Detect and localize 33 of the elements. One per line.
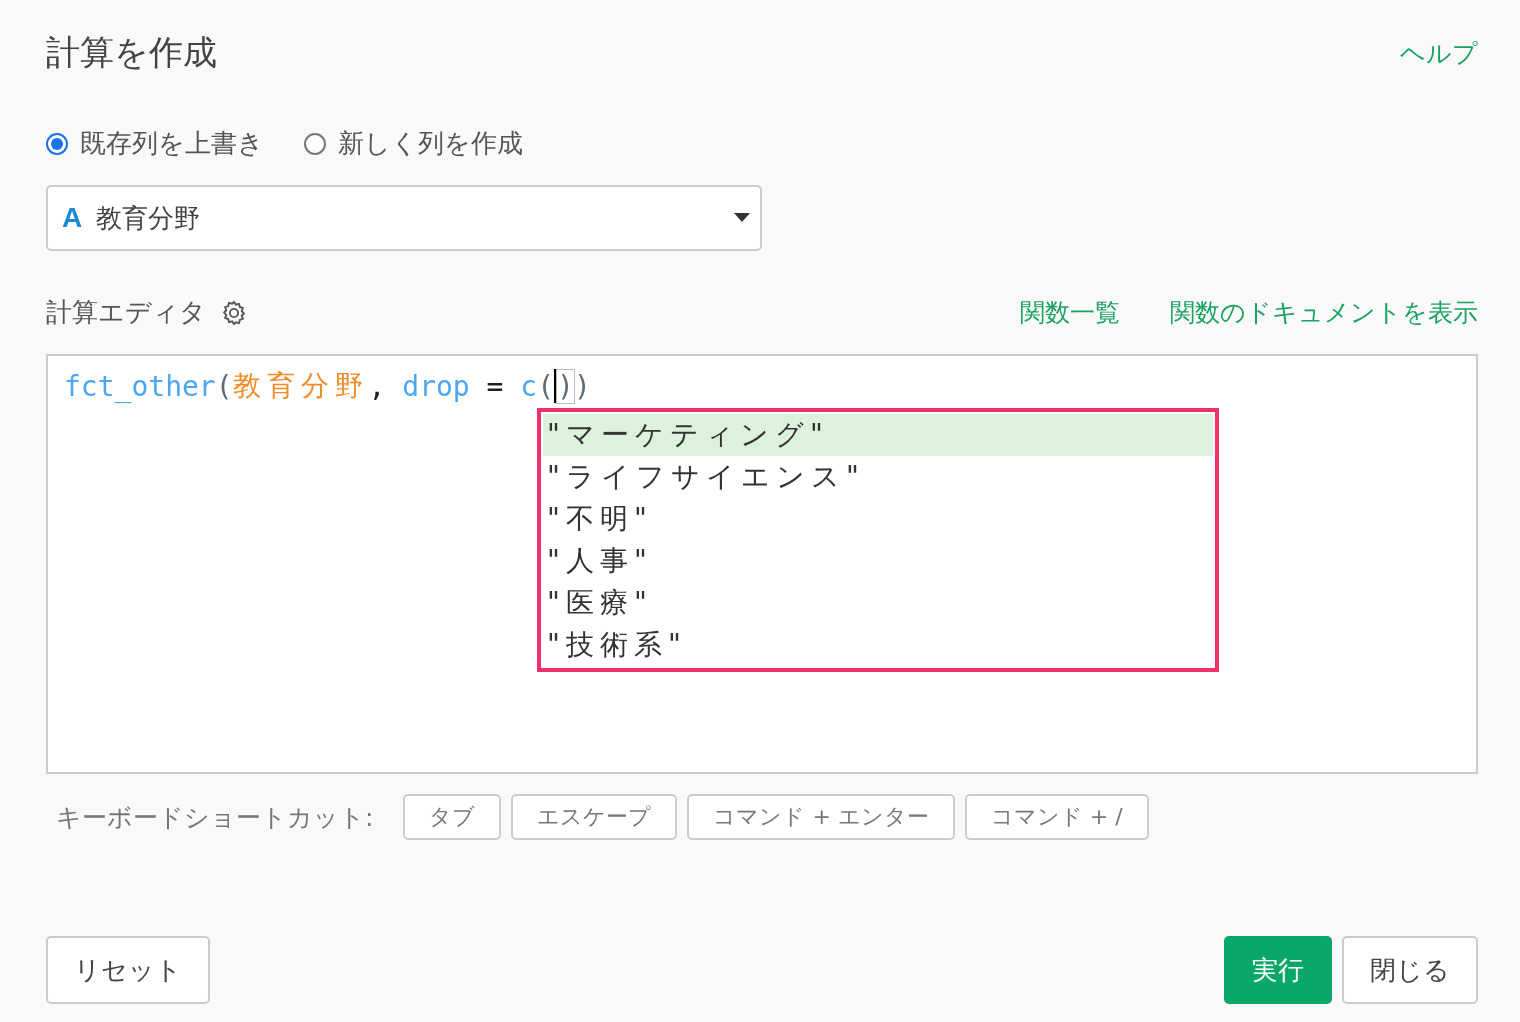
- code-token: 教育分野: [232, 368, 369, 404]
- shortcut-key: コマンド + エンター: [687, 794, 955, 840]
- code-token: c: [520, 369, 538, 403]
- code-token: fct_other: [64, 369, 216, 403]
- caret-icon: [734, 213, 750, 223]
- code-token: =: [485, 369, 505, 403]
- close-button[interactable]: 閉じる: [1342, 936, 1478, 1004]
- shortcut-key: エスケープ: [511, 794, 678, 840]
- code-token: drop: [402, 369, 470, 403]
- text-cursor: [554, 369, 558, 403]
- reset-button[interactable]: リセット: [46, 936, 210, 1004]
- code-editor[interactable]: fct_other(教育分野, drop = c()) "マーケティング" "ライフサイエンス" "不明" "人事" "医療" "技術系": [46, 354, 1478, 774]
- column-dropdown[interactable]: A 教育分野: [46, 185, 762, 251]
- radio-button[interactable]: [46, 132, 68, 155]
- shortcut-key: コマンド + /: [964, 794, 1149, 840]
- type-glyph: A: [62, 202, 83, 234]
- code-token: ): [573, 369, 591, 403]
- settings-icon[interactable]: [220, 298, 248, 327]
- editor-label: 計算エディタ: [46, 296, 206, 329]
- radio-label: 既存列を上書き: [80, 127, 264, 160]
- radio-option[interactable]: 新しく列を作成: [304, 126, 523, 161]
- radio-label: 新しく列を作成: [338, 127, 523, 160]
- radio-button[interactable]: [304, 132, 326, 155]
- dropdown-value: 教育分野: [96, 201, 202, 235]
- suggestion-item[interactable]: "マーケティング": [543, 414, 1213, 456]
- code-token: ,: [368, 369, 387, 403]
- shortcut-key: タブ: [403, 794, 502, 840]
- code-token: ): [557, 369, 574, 403]
- code-token: (: [215, 369, 233, 403]
- code-token: (: [537, 369, 555, 403]
- radio-option[interactable]: 既存列を上書き: [46, 126, 264, 161]
- dialog-title: 計算を作成: [46, 31, 217, 74]
- shortcuts-label: キーボードショートカット:: [56, 801, 374, 834]
